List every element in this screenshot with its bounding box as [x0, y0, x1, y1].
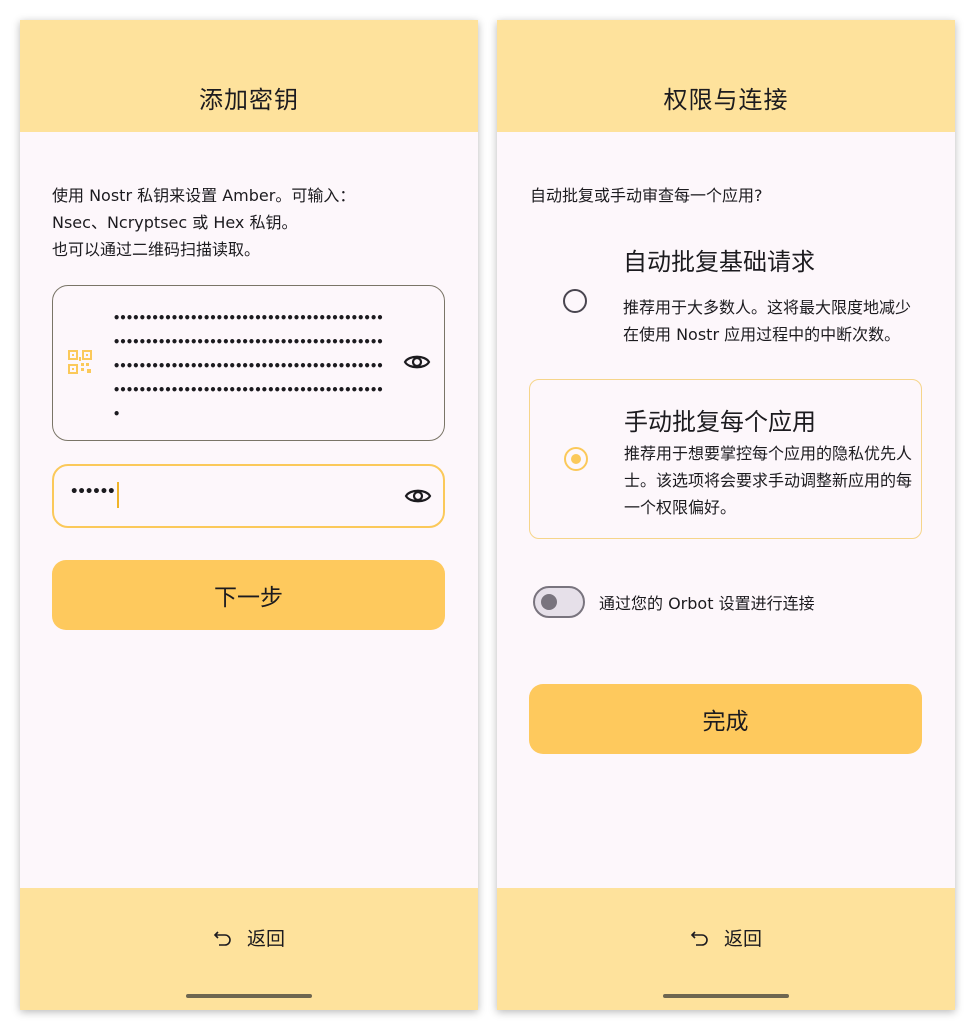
back-label: 返回	[723, 928, 763, 950]
back-button[interactable]: 返回	[690, 924, 762, 951]
private-key-masked-value: ••••••••••••••••••••••••••••••••••••••••…	[113, 311, 384, 421]
done-button[interactable]: 完成	[529, 684, 922, 754]
add-key-screen: 添加密钥 使用 Nostr 私钥来设置 Amber。可输入： Nsec、Ncry…	[20, 20, 478, 1010]
private-key-input[interactable]: ••••••••••••••••••••••••••••••••••••••••…	[52, 285, 445, 441]
top-app-bar: 添加密钥	[20, 20, 478, 132]
bottom-bar: 返回	[20, 888, 478, 1010]
option-manual-approve[interactable]: 手动批复每个应用 推荐用于想要掌控每个应用的隐私优先人士。该选项将会要求手动调整…	[529, 379, 922, 539]
page-title: 权限与连接	[663, 85, 789, 114]
option-title: 自动批复基础请求	[623, 248, 815, 276]
back-button[interactable]: 返回	[213, 924, 285, 951]
radio-auto-approve[interactable]	[563, 289, 587, 313]
option-description: 推荐用于大多数人。这将最大限度地减少在使用 Nostr 应用过程中的中断次数。	[623, 298, 912, 344]
permissions-screen: 权限与连接 自动批复或手动审查每一个应用? 自动批复基础请求 推荐用于大多数人。…	[497, 20, 955, 1010]
gesture-nav-handle[interactable]	[663, 994, 789, 998]
back-label: 返回	[246, 928, 286, 950]
intro-line: Nsec、Ncryptsec 或 Hex 私钥。	[52, 213, 298, 232]
eye-icon[interactable]	[403, 352, 431, 372]
intro-text: 使用 Nostr 私钥来设置 Amber。可输入： Nsec、Ncryptsec…	[52, 182, 452, 263]
option-auto-approve[interactable]: 自动批复基础请求 推荐用于大多数人。这将最大限度地减少在使用 Nostr 应用过…	[529, 234, 922, 374]
undo-arrow-icon	[690, 930, 708, 946]
intro-line: 也可以通过二维码扫描读取。	[52, 240, 261, 259]
page-title: 添加密钥	[199, 85, 299, 114]
eye-icon[interactable]	[404, 486, 432, 506]
password-input[interactable]: ••••••	[52, 464, 445, 528]
approval-question: 自动批复或手动审查每一个应用?	[530, 186, 763, 205]
undo-arrow-icon	[213, 930, 231, 946]
orbot-toggle-row[interactable]: 通过您的 Orbot 设置进行连接	[533, 586, 815, 618]
intro-line: 使用 Nostr 私钥来设置 Amber。可输入：	[52, 186, 356, 205]
qr-code-icon[interactable]	[67, 349, 93, 375]
option-title: 手动批复每个应用	[624, 408, 816, 436]
toggle-thumb	[541, 594, 557, 610]
password-masked-value: ••••••	[70, 484, 116, 500]
orbot-toggle[interactable]	[533, 586, 585, 618]
gesture-nav-handle[interactable]	[186, 994, 312, 998]
next-button[interactable]: 下一步	[52, 560, 445, 630]
orbot-toggle-label: 通过您的 Orbot 设置进行连接	[599, 594, 815, 613]
radio-selected-dot	[571, 454, 581, 464]
option-description: 推荐用于想要掌控每个应用的隐私优先人士。该选项将会要求手动调整新应用的每一个权限…	[624, 444, 913, 517]
top-app-bar: 权限与连接	[497, 20, 955, 132]
text-cursor	[117, 482, 119, 508]
radio-manual-approve[interactable]	[564, 447, 588, 471]
bottom-bar: 返回	[497, 888, 955, 1010]
